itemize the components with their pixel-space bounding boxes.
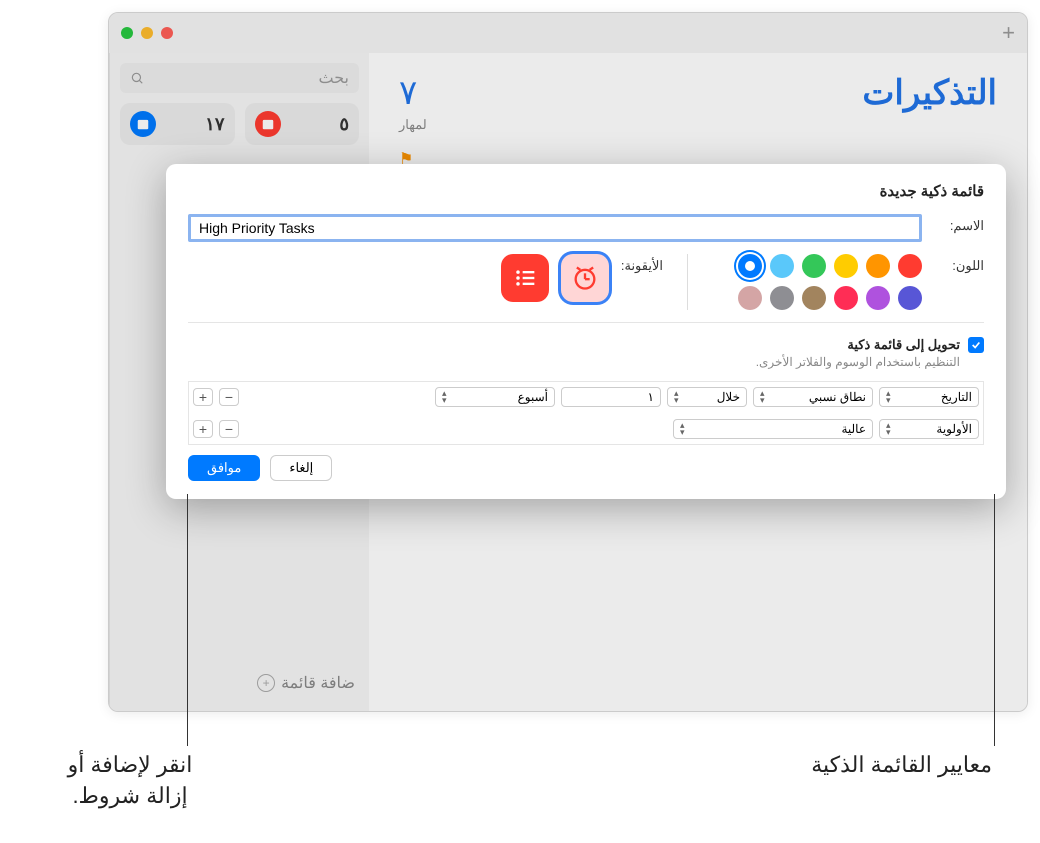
stepper-icon: ▴▾ <box>760 390 765 404</box>
filter-range-select[interactable]: نطاق نسبي▴▾ <box>753 387 873 407</box>
color-swatch-orange[interactable] <box>866 254 890 278</box>
divider <box>687 254 688 310</box>
callout-right: معايير القائمة الذكية <box>732 750 992 781</box>
add-filter-button[interactable]: + <box>193 388 213 406</box>
smart-list-checkbox[interactable] <box>968 337 984 353</box>
color-swatch-rose[interactable] <box>738 286 762 310</box>
filter-type-select[interactable]: التاريخ▴▾ <box>879 387 979 407</box>
ok-button[interactable]: موافق <box>188 455 260 481</box>
color-swatch-red[interactable] <box>898 254 922 278</box>
icon-tile-clock[interactable] <box>561 254 609 302</box>
callout-left: انقر لإضافة أو إزالة شروط. <box>30 750 230 812</box>
alarm-clock-icon <box>571 264 599 292</box>
color-label: اللون: <box>934 254 984 274</box>
filter-type-select[interactable]: الأولوية▴▾ <box>879 419 979 439</box>
callout-line <box>994 494 995 746</box>
filter-unit-select[interactable]: أسبوع▴▾ <box>435 387 555 407</box>
color-swatch-brown[interactable] <box>802 286 826 310</box>
color-picker <box>712 254 922 310</box>
filter-within-select[interactable]: خلال▴▾ <box>667 387 747 407</box>
icon-label: الأيقونة: <box>621 254 663 274</box>
filter-value-select[interactable]: عالية▴▾ <box>673 419 873 439</box>
filter-row-date: التاريخ▴▾ نطاق نسبي▴▾ خلال▴▾ أسبوع▴▾ − + <box>189 381 983 413</box>
dialog-title: قائمة ذكية جديدة <box>188 182 984 200</box>
checkbox-subtitle: التنظيم باستخدام الوسوم والفلاتر الأخرى. <box>188 355 960 369</box>
filter-row-priority: الأولوية▴▾ عالية▴▾ − + <box>189 413 983 445</box>
color-swatch-purple[interactable] <box>866 286 890 310</box>
new-smart-list-dialog: قائمة ذكية جديدة الاسم: اللون: الأيقونة: <box>166 164 1006 499</box>
stepper-icon: ▴▾ <box>886 422 891 436</box>
color-swatch-lightblue[interactable] <box>770 254 794 278</box>
remove-filter-button[interactable]: − <box>219 388 239 406</box>
color-swatch-green[interactable] <box>802 254 826 278</box>
color-swatch-pink[interactable] <box>834 286 858 310</box>
color-swatch-indigo[interactable] <box>898 286 922 310</box>
name-input[interactable] <box>188 214 922 242</box>
checkbox-label: تحويل إلى قائمة ذكية <box>847 337 960 353</box>
cancel-button[interactable]: إلغاء <box>270 455 332 481</box>
callout-line <box>187 494 188 746</box>
name-label: الاسم: <box>934 214 984 234</box>
icon-picker <box>501 254 609 302</box>
icon-tile-list[interactable] <box>501 254 549 302</box>
remove-filter-button[interactable]: − <box>219 420 239 438</box>
divider <box>188 322 984 323</box>
color-swatch-gray[interactable] <box>770 286 794 310</box>
color-swatch-yellow[interactable] <box>834 254 858 278</box>
add-filter-button[interactable]: + <box>193 420 213 438</box>
filter-criteria: التاريخ▴▾ نطاق نسبي▴▾ خلال▴▾ أسبوع▴▾ − +… <box>188 381 984 445</box>
filter-number-input[interactable] <box>561 387 661 407</box>
color-swatch-blue[interactable] <box>738 254 762 278</box>
stepper-icon: ▴▾ <box>886 390 891 404</box>
stepper-icon: ▴▾ <box>680 422 685 436</box>
list-icon <box>511 264 539 292</box>
stepper-icon: ▴▾ <box>674 390 679 404</box>
stepper-icon: ▴▾ <box>442 390 447 404</box>
check-icon <box>971 340 981 350</box>
